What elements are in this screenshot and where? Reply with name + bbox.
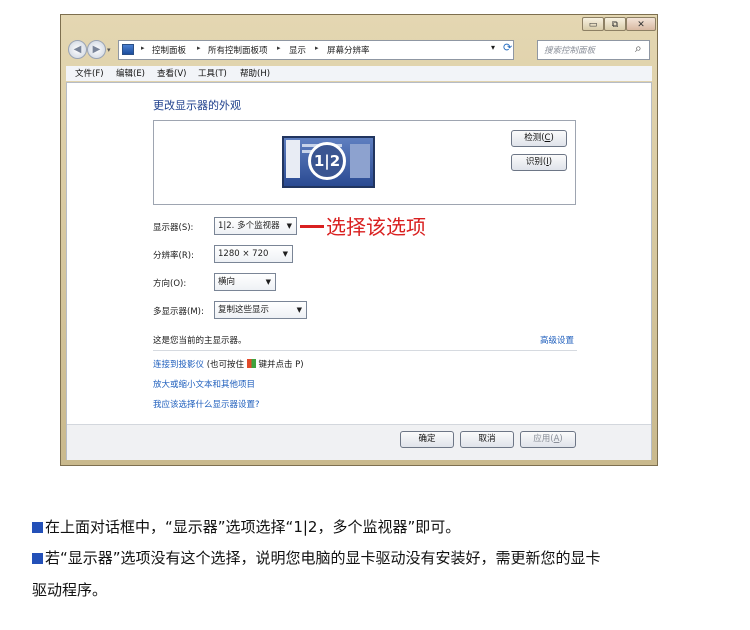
instruction-line-2: 若“显示器”选项没有这个选择，说明您电脑的显卡驱动没有安装好，需更新您的显卡 xyxy=(32,547,601,568)
projector-hint-end: 键并点击 P) xyxy=(258,360,304,370)
projector-row: 连接到投影仪 (也可按住 键并点击 P) xyxy=(153,358,304,370)
search-placeholder: 搜索控制面板 xyxy=(544,46,596,56)
menu-help[interactable]: 帮助(H) xyxy=(240,67,270,79)
navigation-bar: ◀ ▶ ▾ ▸ 控制面板 ▸ 所有控制面板项 ▸ 显示 ▸ 屏幕分辨率 ▾ ⟳ … xyxy=(66,38,652,62)
history-dropdown-icon[interactable]: ▾ xyxy=(107,46,111,54)
resolution-select[interactable]: 1280 × 720 ▼ xyxy=(214,245,293,263)
refresh-icon[interactable]: ⟳ xyxy=(503,41,512,54)
menu-bar: 文件(F) 编辑(E) 查看(V) 工具(T) 帮助(H) xyxy=(66,66,652,81)
menu-file[interactable]: 文件(F) xyxy=(75,67,104,79)
identify-button[interactable]: 识别(I) xyxy=(511,154,567,171)
restore-button[interactable]: ⧉ xyxy=(604,17,626,31)
monitor-preview-icon[interactable]: 1|2 xyxy=(282,136,375,188)
minimize-button[interactable]: ▭ xyxy=(582,17,604,31)
menu-tools[interactable]: 工具(T) xyxy=(198,67,227,79)
instruction-line-3: 驱动程序。 xyxy=(32,581,108,599)
windows-logo-icon xyxy=(246,359,256,368)
menu-edit[interactable]: 编辑(E) xyxy=(116,67,145,79)
cancel-button[interactable]: 取消 xyxy=(460,431,514,448)
menu-view[interactable]: 查看(V) xyxy=(157,67,186,79)
chevron-down-icon: ▼ xyxy=(282,250,288,258)
forward-button[interactable]: ▶ xyxy=(87,40,106,59)
close-button[interactable]: ✕ xyxy=(626,17,656,31)
orientation-label: 方向(O): xyxy=(153,279,187,289)
annotation-dash xyxy=(300,225,324,228)
resolution-label: 分辨率(R): xyxy=(153,251,194,261)
bullet-square-icon xyxy=(32,553,43,564)
search-icon[interactable]: ⌕ xyxy=(635,41,642,56)
breadcrumb-display[interactable]: 显示 xyxy=(289,44,306,56)
instruction-line-1: 在上面对话框中，“显示器”选项选择“1|2，多个监视器”即可。 xyxy=(32,516,460,537)
breadcrumb-all-items[interactable]: 所有控制面板项 xyxy=(208,44,268,56)
chevron-down-icon: ▼ xyxy=(296,306,302,314)
connect-projector-link[interactable]: 连接到投影仪 xyxy=(153,360,204,370)
projector-hint: (也可按住 xyxy=(206,360,245,370)
breadcrumb-resolution[interactable]: 屏幕分辨率 xyxy=(327,44,370,56)
advanced-settings-link[interactable]: 高级设置 xyxy=(540,334,574,346)
detect-button[interactable]: 检测(C) xyxy=(511,130,567,147)
monitor-preview-area: 1|2 检测(C) 识别(I) xyxy=(153,120,576,205)
address-dropdown-icon[interactable]: ▾ xyxy=(491,43,495,52)
display-select[interactable]: 1|2. 多个监视器 ▼ xyxy=(214,217,297,235)
address-bar[interactable]: ▸ 控制面板 ▸ 所有控制面板项 ▸ 显示 ▸ 屏幕分辨率 ▾ ⟳ xyxy=(118,40,514,60)
ok-button[interactable]: 确定 xyxy=(400,431,454,448)
chevron-down-icon: ▼ xyxy=(286,222,292,230)
monitor-number-badge: 1|2 xyxy=(308,142,346,180)
divider xyxy=(153,350,577,351)
breadcrumb-arrow-icon: ▸ xyxy=(141,44,145,52)
multi-display-select[interactable]: 复制这些显示 ▼ xyxy=(214,301,307,319)
control-panel-icon xyxy=(122,44,134,55)
breadcrumb-arrow-icon: ▸ xyxy=(197,44,201,52)
display-label: 显示器(S): xyxy=(153,223,194,233)
breadcrumb-control-panel[interactable]: 控制面板 xyxy=(152,44,186,56)
annotation-text: 选择该选项 xyxy=(326,215,426,239)
text-size-link[interactable]: 放大或缩小文本和其他项目 xyxy=(153,378,255,390)
chevron-down-icon: ▼ xyxy=(265,278,271,286)
page-title: 更改显示器的外观 xyxy=(153,99,241,112)
bullet-square-icon xyxy=(32,522,43,533)
back-button[interactable]: ◀ xyxy=(68,40,87,59)
orientation-select[interactable]: 横向 ▼ xyxy=(214,273,276,291)
apply-button[interactable]: 应用(A) xyxy=(520,431,576,448)
breadcrumb-arrow-icon: ▸ xyxy=(315,44,319,52)
multi-display-label: 多显示器(M): xyxy=(153,307,204,317)
which-settings-link[interactable]: 我应该选择什么显示器设置? xyxy=(153,398,260,410)
primary-display-note: 这是您当前的主显示器。 xyxy=(153,336,247,346)
search-input[interactable]: 搜索控制面板 ⌕ xyxy=(537,40,650,60)
breadcrumb-arrow-icon: ▸ xyxy=(277,44,281,52)
